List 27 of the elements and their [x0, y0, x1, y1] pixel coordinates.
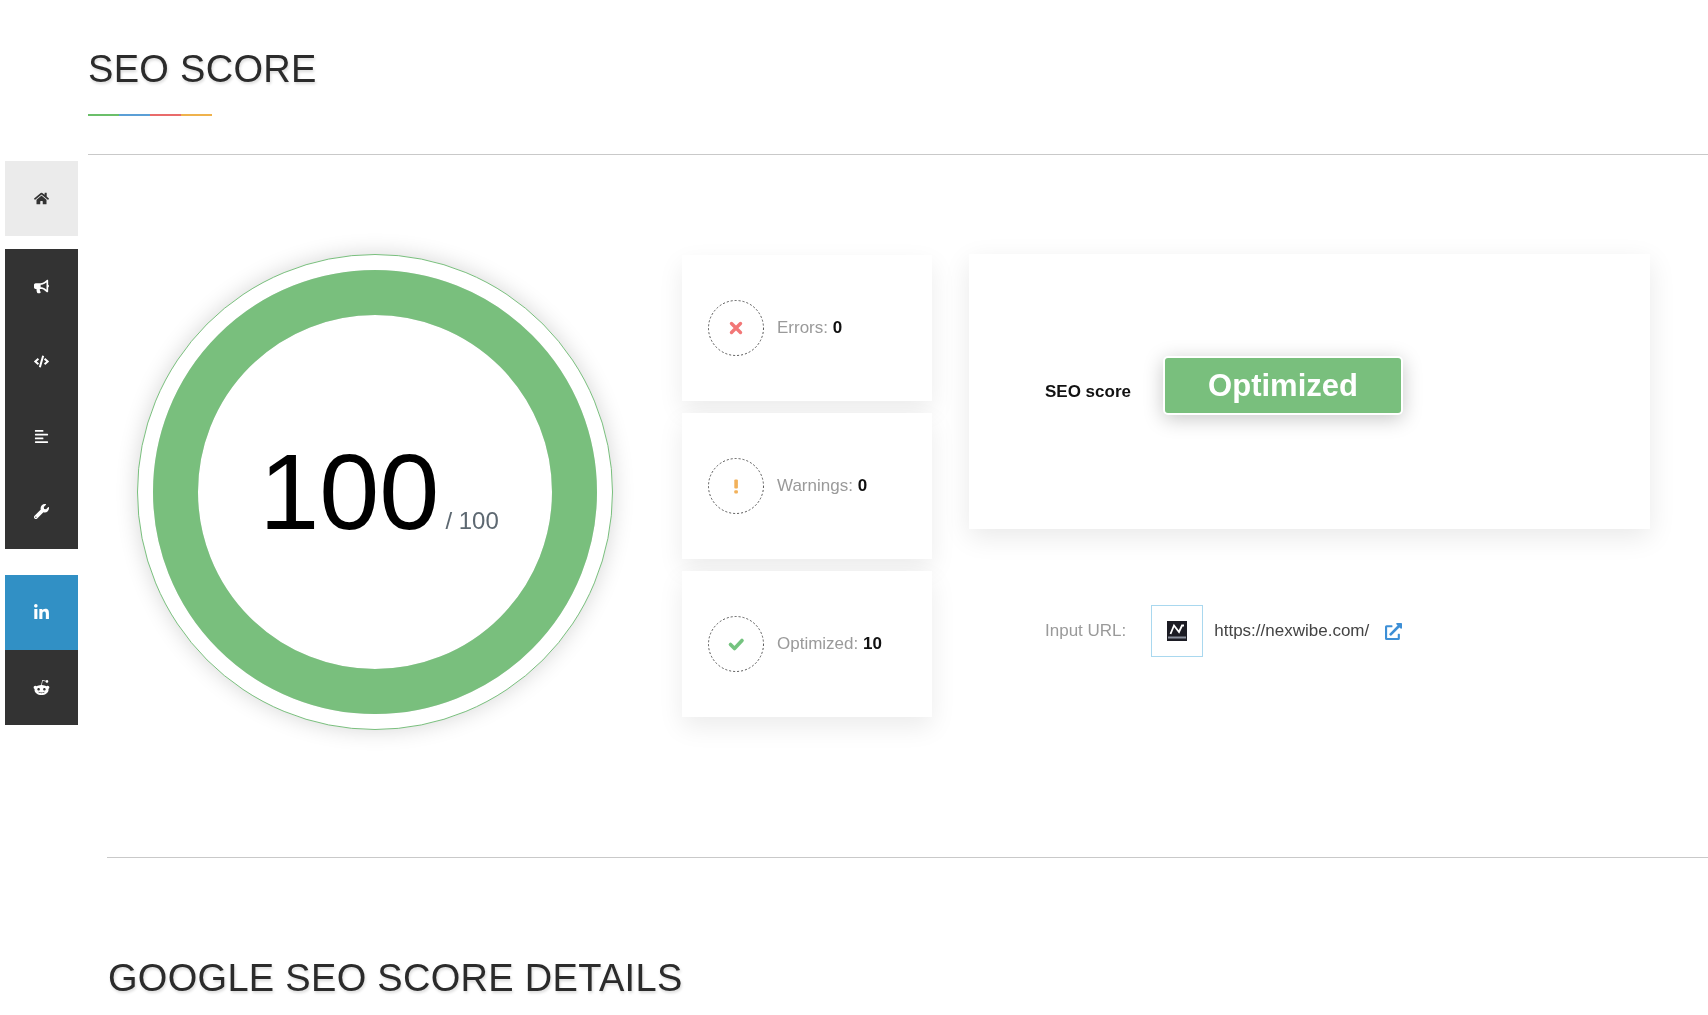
logo-icon: [1151, 605, 1204, 657]
share-button[interactable]: [5, 650, 78, 725]
stat-text: Optimized: 10: [777, 634, 882, 654]
code-icon: [34, 354, 49, 369]
url-link[interactable]: https://nexwibe.com/: [1214, 621, 1370, 641]
linkedin-icon: [33, 604, 50, 621]
sidebar-button[interactable]: [5, 474, 78, 549]
external-link-icon[interactable]: [1385, 622, 1403, 640]
score-max: / 100: [445, 509, 499, 533]
text-lines-icon: [34, 429, 49, 444]
status-badge: Optimized: [1163, 356, 1403, 415]
wrench-icon: [34, 504, 49, 519]
stat-text: Errors: 0: [777, 318, 843, 338]
url-label: Input URL:: [1045, 621, 1127, 641]
cross-icon: [708, 300, 764, 356]
sidebar-button[interactable]: [5, 249, 78, 324]
check-icon: [708, 616, 764, 672]
score-value: 100: [259, 438, 440, 546]
score-label: SEO score: [1045, 381, 1131, 402]
reddit-icon: [33, 679, 50, 696]
megaphone-icon: [34, 279, 49, 294]
stat-text: Warnings: 0: [777, 476, 868, 496]
home-icon: [34, 191, 49, 206]
page-title: SEO SCORE: [88, 47, 317, 92]
section-title: GOOGLE SEO SCORE DETAILS: [108, 956, 683, 1001]
home-button[interactable]: [5, 161, 78, 236]
exclamation-icon: [708, 458, 764, 514]
